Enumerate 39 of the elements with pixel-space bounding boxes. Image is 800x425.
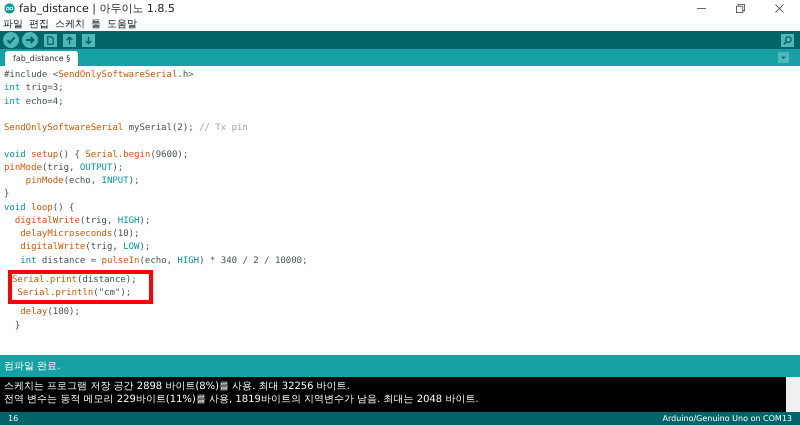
menu-item[interactable]: 툴 xyxy=(91,17,101,31)
board-info: Arduino/Genuino Uno on COM13 xyxy=(662,414,792,423)
code-line: void loop() { xyxy=(4,202,74,214)
close-icon[interactable] xyxy=(775,4,784,13)
file-tab[interactable]: fab_distance § xyxy=(5,51,78,66)
code-line: int distance = pulseIn(echo, HIGH) * 340 / 2 / 10000; xyxy=(19,254,308,268)
code-line: #include <SendOnlySoftwareSerial.h> xyxy=(4,69,194,82)
code-line: Serial.print(distance); xyxy=(12,274,137,287)
code-line: delayMicroseconds(10); xyxy=(19,228,140,241)
code-line: int trig=3; xyxy=(4,82,64,96)
menu-item[interactable]: 도움말 xyxy=(107,17,137,31)
search-icon[interactable] xyxy=(781,34,794,46)
dropdown-icon[interactable] xyxy=(778,52,789,63)
code-line: digitalWrite(trig, LOW); xyxy=(19,241,150,254)
code-line: Serial.println("cm"); xyxy=(16,287,132,300)
menu-item[interactable]: 파일 xyxy=(3,17,23,31)
new-file-icon[interactable] xyxy=(44,34,57,46)
code-line: pinMode(echo, INPUT); xyxy=(24,175,140,188)
code-line: pinMode(trig, OUTPUT); xyxy=(4,162,124,175)
scrollbar[interactable] xyxy=(786,377,800,412)
console-line: 스케치는 프로그램 저장 공간 2898 바이트(8%)를 사용. 최대 32256 바이트. xyxy=(4,380,351,393)
status-message: 컴파일 완료. xyxy=(4,360,60,373)
code-line: digitalWrite(trig, HIGH); xyxy=(14,214,150,228)
code-line: delay(100); xyxy=(19,306,80,320)
code-line: int echo=4; xyxy=(4,96,64,108)
menu-item[interactable]: 스케치 xyxy=(55,17,85,31)
code-line: } xyxy=(4,188,10,202)
line-number: 16 xyxy=(8,414,18,423)
up-arrow-icon[interactable] xyxy=(63,34,76,46)
app-logo-icon xyxy=(4,3,15,14)
code-line: SendOnlySoftwareSerial mySerial(2); // Tx pin xyxy=(4,122,248,135)
code-line: } xyxy=(14,320,20,332)
verify-check-icon[interactable] xyxy=(3,32,19,48)
window-title: fab_distance | 아두이노 1.8.5 xyxy=(19,1,175,16)
console-line: 전역 변수는 동적 메모리 229바이트(11%)를 사용, 1819바이트의 지역변수가 남음. 최대는 2048 바이트. xyxy=(4,393,480,406)
down-arrow-icon[interactable] xyxy=(82,34,95,46)
restore-icon[interactable] xyxy=(736,4,745,13)
code-line: void setup() { Serial.begin(9600); xyxy=(4,148,188,162)
menu-item[interactable]: 편집 xyxy=(29,17,49,31)
